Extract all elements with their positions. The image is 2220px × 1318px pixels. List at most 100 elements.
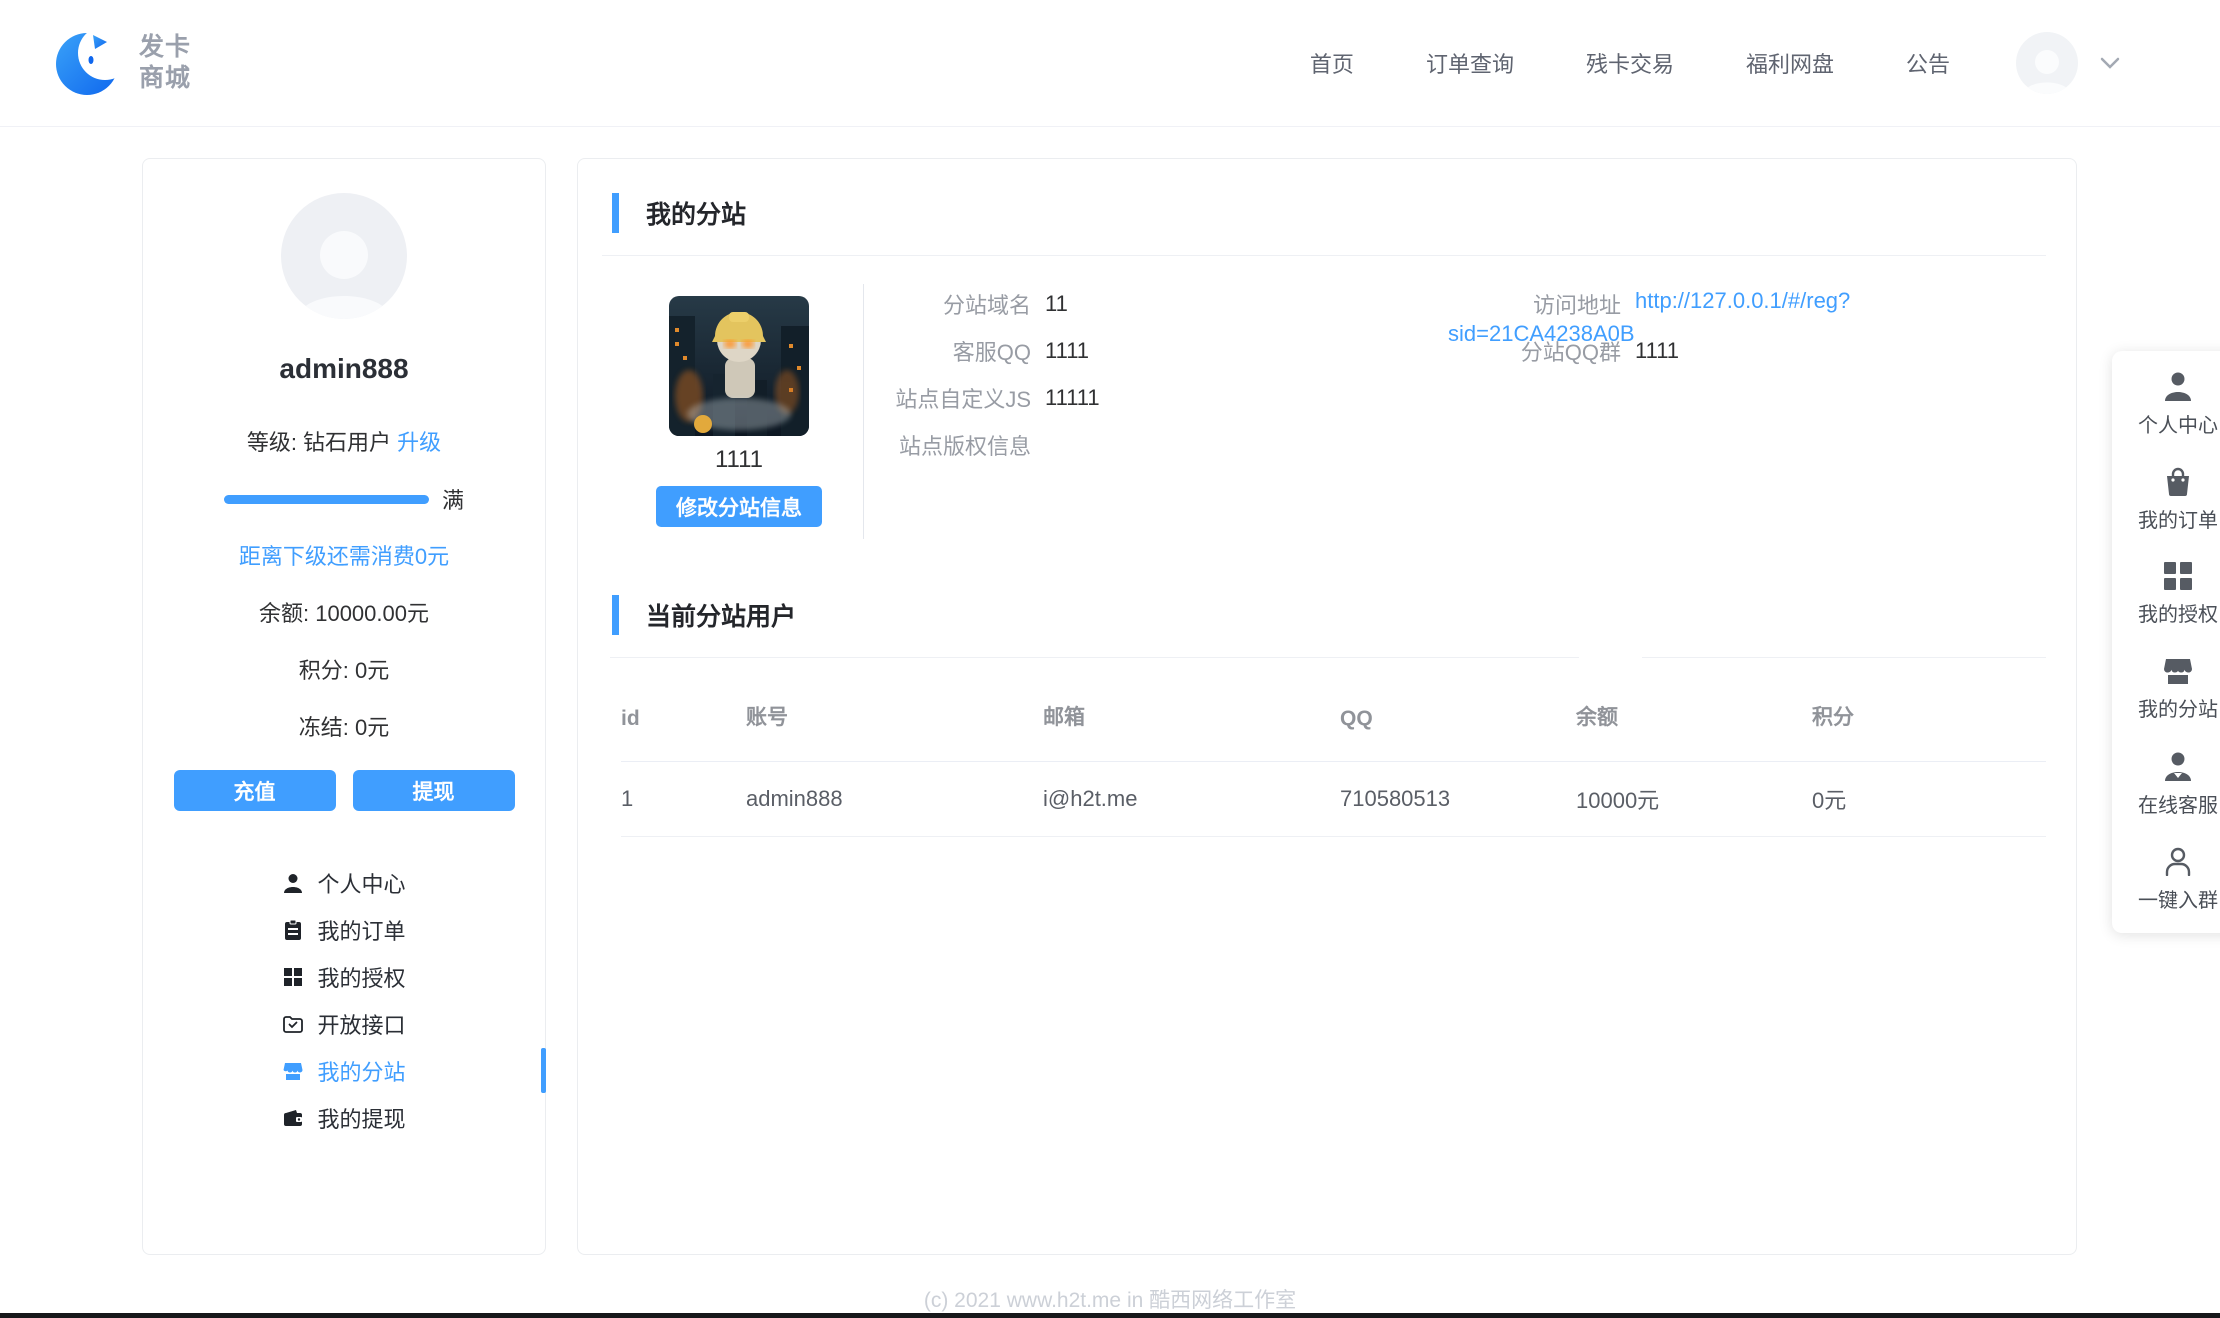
panel-item-label: 个人中心 [2138,409,2218,438]
field-value-service-qq: 1111 [1045,338,1089,364]
panel-item-my-orders[interactable]: 我的订单 [2112,452,2220,547]
main-content-card: 我的分站 [577,158,2077,1255]
users-section-header: 当前分站用户 [612,595,2076,635]
withdraw-button[interactable]: 提现 [353,770,515,811]
user-icon [282,873,304,893]
folder-check-icon [282,1015,304,1033]
level-progress: 满 [143,483,545,515]
cell-points: 0元 [1812,783,2047,815]
clipboard-icon [282,920,304,940]
person-outline-icon [2163,846,2193,876]
field-label-copyright: 站点版权信息 [878,429,1031,461]
panel-item-online-service[interactable]: 在线客服 [2112,737,2220,832]
brand-name: 发卡 商城 [139,32,191,94]
recharge-button[interactable]: 充值 [174,770,336,811]
user-profile-card: admin888 等级: 钻石用户 升级 满 距离下级还需消费0元 余额: 10… [142,158,546,1255]
cell-id: 1 [621,786,746,812]
sidebar-item-my-auth[interactable]: 我的授权 [143,953,545,1000]
substation-fields-left: 分站域名 11 客服QQ 1111 站点自定义JS 11111 站点版权信息 [878,280,1100,468]
cell-email: i@h2t.me [1043,786,1340,812]
field-value-custom-js: 11111 [1045,385,1100,411]
field-value-qq-group: 1111 [1635,338,1679,364]
cell-qq: 710580513 [1340,786,1576,812]
substation-logo-image [669,296,809,436]
col-header-account: 账号 [746,701,1043,731]
section-title: 我的分站 [646,195,746,231]
sidebar-item-my-substation[interactable]: 我的分站 [143,1047,545,1094]
panel-item-label: 在线客服 [2138,789,2218,818]
balance-stat: 余额: 10000.00元 [143,596,545,628]
substation-section-header: 我的分站 [612,193,2076,233]
field-label-custom-js: 站点自定义JS [878,382,1031,414]
sidebar-item-open-api[interactable]: 开放接口 [143,1000,545,1047]
progress-bar [224,495,429,504]
field-label-access-url: 访问地址 [1408,288,1621,320]
level-label: 等级: 钻石用户 [247,430,391,455]
section-accent-bar [612,193,619,233]
storefront-icon [2163,657,2193,685]
panel-item-label: 一键入群 [2138,884,2218,913]
grid-icon [2164,562,2192,590]
panel-item-my-substation[interactable]: 我的分站 [2112,642,2220,737]
next-level-hint: 距离下级还需消费0元 [143,539,545,571]
panel-item-label: 我的分站 [2138,693,2218,722]
user-icon [2163,371,2193,401]
col-header-qq: QQ [1340,707,1576,731]
upgrade-link[interactable]: 升级 [397,430,441,455]
storefront-icon [282,1061,304,1081]
sidebar-item-label: 我的分站 [317,1055,405,1087]
avatar [281,193,407,319]
edit-substation-button[interactable]: 修改分站信息 [656,486,822,527]
window-bottom-edge [0,1313,2220,1318]
panel-item-my-auth[interactable]: 我的授权 [2112,547,2220,642]
sidebar-item-label: 开放接口 [317,1008,405,1040]
access-url-link-wrap[interactable]: sid=21CA4238A0B [1448,321,1635,347]
cell-balance: 10000元 [1576,783,1812,815]
access-url-link[interactable]: http://127.0.0.1/#/reg? [1635,288,1850,313]
col-header-email: 邮箱 [1043,701,1340,731]
nav-item-welfare-disk[interactable]: 福利网盘 [1746,47,1834,79]
field-label-domain: 分站域名 [878,288,1031,320]
support-agent-icon [2163,751,2193,781]
table-row: 1 admin888 i@h2t.me 710580513 10000元 0元 [621,762,2046,837]
points-stat: 积分: 0元 [143,653,545,685]
cell-account: admin888 [746,786,1043,812]
wallet-icon [282,1109,304,1127]
table-header-row: id 账号 邮箱 QQ 余额 积分 [621,658,2046,762]
sidebar-item-label: 个人中心 [317,867,405,899]
panel-item-label: 我的订单 [2138,504,2218,533]
nav-item-order-query[interactable]: 订单查询 [1426,47,1514,79]
sidebar-item-my-orders[interactable]: 我的订单 [143,906,545,953]
nav-item-announcement[interactable]: 公告 [1906,47,1950,79]
col-header-balance: 余额 [1576,701,1812,731]
sidebar-menu: 个人中心 我的订单 我的授权 开放接口 [143,859,545,1141]
sidebar-item-label: 我的提现 [317,1102,405,1134]
nav-item-home[interactable]: 首页 [1310,47,1354,79]
panel-item-join-group[interactable]: 一键入群 [2112,832,2220,927]
field-value-domain: 11 [1045,291,1068,317]
divider [578,657,2076,658]
level-row: 等级: 钻石用户 升级 [143,425,545,457]
username: admin888 [143,353,545,385]
brand-logo[interactable]: 发卡 商城 [55,29,191,97]
substation-fields-right: 访问地址 http://127.0.0.1/#/reg? sid=21CA423… [1408,280,1850,374]
brand-crescent-icon [55,29,123,97]
sidebar-item-label: 我的授权 [317,961,405,993]
section-title: 当前分站用户 [646,597,796,633]
panel-item-personal-center[interactable]: 个人中心 [2112,357,2220,452]
footer-copyright: (c) 2021 www.h2t.me in 酷西网络工作室 [0,1284,2220,1314]
substation-info: 1111 修改分站信息 分站域名 11 客服QQ 1111 站点自定义JS 11… [578,256,2076,561]
frozen-stat: 冻结: 0元 [143,710,545,742]
quick-access-panel: 个人中心 我的订单 我的授权 我的分站 在线客服 [2112,351,2220,933]
shopping-bag-icon [2163,466,2193,496]
field-label-service-qq: 客服QQ [878,335,1031,367]
vertical-divider [863,284,864,539]
nav-item-card-trade[interactable]: 残卡交易 [1586,47,1674,79]
sidebar-item-personal-center[interactable]: 个人中心 [143,859,545,906]
avatar[interactable] [2016,32,2078,94]
col-header-id: id [621,707,746,731]
sidebar-item-my-withdrawals[interactable]: 我的提现 [143,1094,545,1141]
chevron-down-icon[interactable] [2100,56,2120,70]
col-header-points: 积分 [1812,701,2047,731]
progress-full-label: 满 [442,483,464,515]
